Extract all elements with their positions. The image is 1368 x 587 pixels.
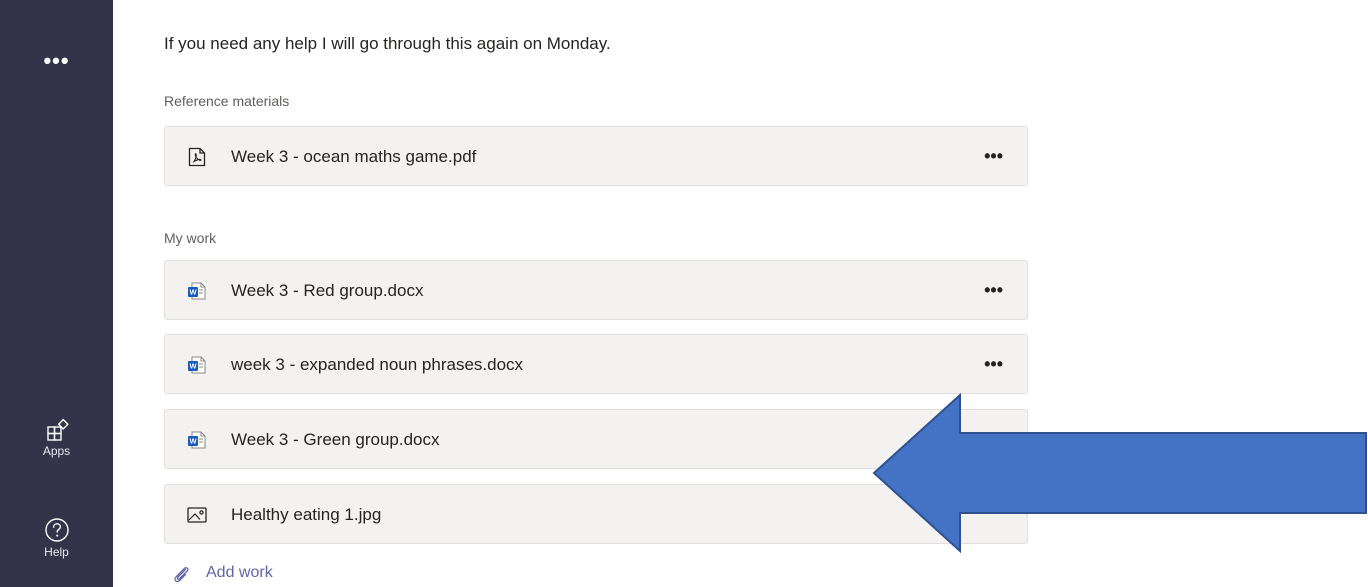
apps-icon bbox=[46, 418, 69, 441]
help-button[interactable]: Help bbox=[0, 517, 113, 559]
file-name: Week 3 - Green group.docx bbox=[231, 430, 440, 449]
add-work-label: Add work bbox=[206, 564, 273, 581]
annotation-arrow bbox=[872, 393, 1367, 554]
word-file-icon: W bbox=[188, 282, 206, 300]
svg-text:W: W bbox=[189, 437, 197, 446]
more-options-button[interactable]: ••• bbox=[984, 355, 1003, 373]
help-label: Help bbox=[44, 545, 69, 559]
file-name: Week 3 - Red group.docx bbox=[231, 281, 424, 300]
more-options-button[interactable]: ••• bbox=[984, 281, 1003, 299]
apps-label: Apps bbox=[42, 444, 71, 458]
help-icon bbox=[44, 518, 69, 542]
reference-file-card[interactable]: Week 3 - ocean maths game.pdf ••• bbox=[164, 126, 1028, 186]
image-file-icon bbox=[187, 507, 207, 523]
my-work-heading: My work bbox=[164, 230, 217, 246]
apps-button[interactable]: Apps bbox=[0, 418, 113, 458]
file-name: Week 3 - ocean maths game.pdf bbox=[231, 147, 477, 166]
word-file-icon: W bbox=[188, 356, 206, 374]
reference-materials-heading: Reference materials bbox=[164, 93, 290, 109]
file-name: Healthy eating 1.jpg bbox=[231, 505, 382, 524]
svg-text:W: W bbox=[189, 362, 197, 371]
more-options-button[interactable]: ••• bbox=[984, 147, 1003, 165]
assignment-instructions: If you need any help I will go through t… bbox=[164, 34, 611, 53]
word-file-icon: W bbox=[188, 431, 206, 449]
paperclip-icon bbox=[174, 567, 189, 583]
more-apps-icon[interactable]: ••• bbox=[0, 50, 113, 72]
file-name: week 3 - expanded noun phrases.docx bbox=[231, 355, 524, 374]
svg-text:W: W bbox=[189, 288, 197, 297]
my-work-file-card[interactable]: W Week 3 - Red group.docx ••• bbox=[164, 260, 1028, 320]
my-work-file-card[interactable]: W week 3 - expanded noun phrases.docx ••… bbox=[164, 334, 1028, 394]
app-rail: ••• Apps Help bbox=[0, 0, 113, 587]
pdf-file-icon bbox=[188, 147, 206, 167]
